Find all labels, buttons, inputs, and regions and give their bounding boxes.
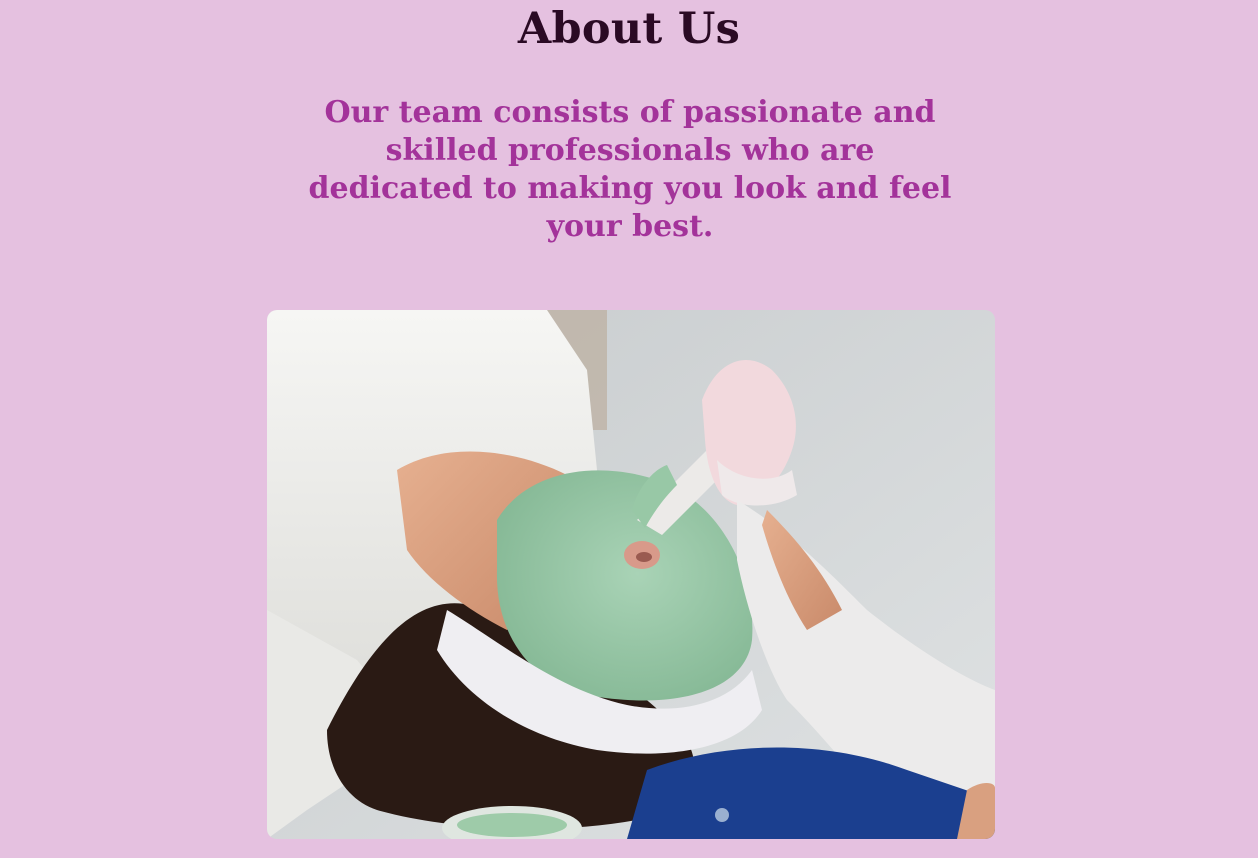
about-section: About Us Our team consists of passionate… — [0, 0, 1258, 858]
page-title: About Us — [517, 4, 741, 54]
about-description: Our team consists of passionate and skil… — [308, 95, 952, 244]
facial-treatment-image — [267, 310, 995, 839]
